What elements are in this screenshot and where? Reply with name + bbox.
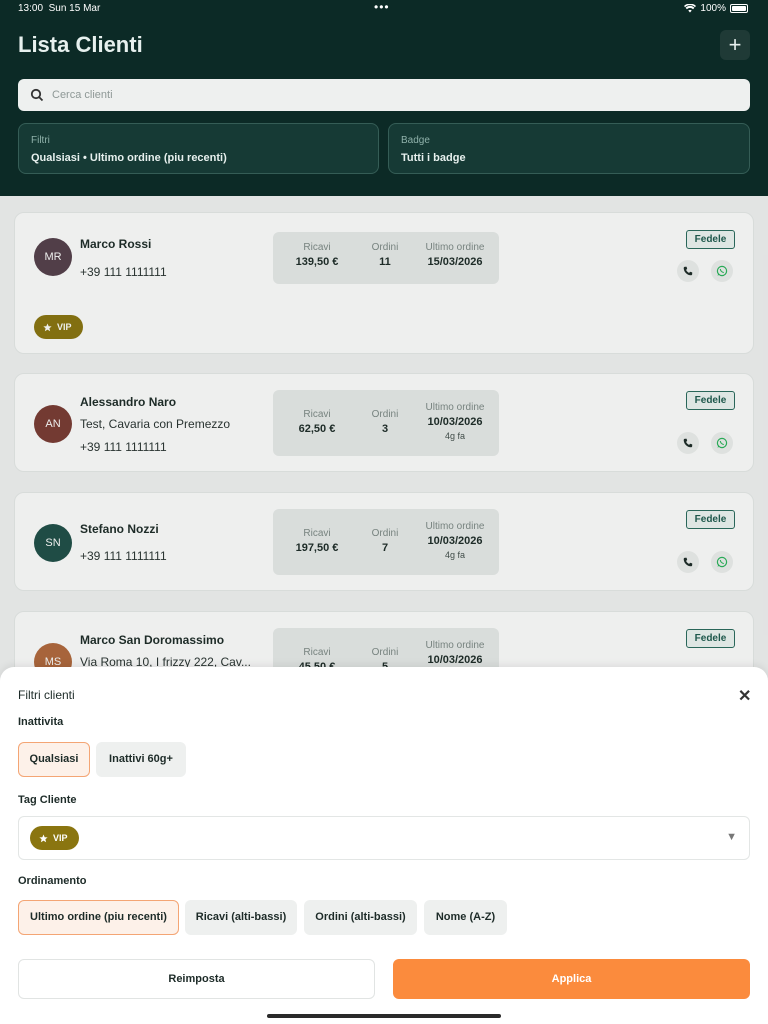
sort-option-revenue[interactable]: Ricavi (alti-bassi) xyxy=(185,900,297,935)
badge-label: Badge xyxy=(401,135,430,146)
dropdown-arrow-icon: ▼ xyxy=(726,831,737,843)
sort-label: Ordinamento xyxy=(18,875,87,887)
filters-selector[interactable]: Filtri Qualsiasi • Ultimo ordine (piu re… xyxy=(18,123,379,174)
reset-button[interactable]: Reimposta xyxy=(18,959,375,999)
star-icon xyxy=(39,833,48,842)
search-input[interactable] xyxy=(52,89,702,101)
sort-option-last-order[interactable]: Ultimo ordine (piu recenti) xyxy=(18,900,179,935)
filters-sheet: Filtri clienti ✕ Inattivita Qualsiasi In… xyxy=(0,667,768,1024)
wifi-icon xyxy=(684,4,697,13)
filters-value: Qualsiasi • Ultimo ordine (piu recenti) xyxy=(31,152,227,164)
search-bar[interactable] xyxy=(18,79,750,111)
home-indicator[interactable] xyxy=(267,1014,501,1018)
inactivity-option-any[interactable]: Qualsiasi xyxy=(18,742,90,777)
filters-label: Filtri xyxy=(31,135,50,146)
tag-label: Tag Cliente xyxy=(18,794,77,806)
add-client-button[interactable]: + xyxy=(720,30,750,60)
battery-icon xyxy=(730,4,748,13)
status-indicators: 100% xyxy=(684,3,748,14)
battery-percent: 100% xyxy=(700,3,726,14)
page-title: Lista Clienti xyxy=(18,32,143,57)
apply-button[interactable]: Applica xyxy=(393,959,750,999)
multitask-dots[interactable]: ••• xyxy=(374,0,390,14)
search-icon xyxy=(30,88,44,102)
sheet-title: Filtri clienti xyxy=(18,688,75,702)
sort-option-name[interactable]: Nome (A-Z) xyxy=(424,900,507,935)
inactivity-option-60d[interactable]: Inattivi 60g+ xyxy=(96,742,186,777)
badge-value: Tutti i badge xyxy=(401,152,466,164)
sort-option-orders[interactable]: Ordini (alti-bassi) xyxy=(304,900,417,935)
badge-selector[interactable]: Badge Tutti i badge xyxy=(388,123,750,174)
app-header: 13:00 Sun 15 Mar ••• 100% Lista Clienti … xyxy=(0,0,768,196)
status-time: 13:00 Sun 15 Mar xyxy=(18,3,101,14)
vip-tag-label: VIP xyxy=(53,833,68,843)
status-bar: 13:00 Sun 15 Mar ••• 100% xyxy=(0,0,768,18)
close-icon[interactable]: ✕ xyxy=(738,686,751,706)
tag-select[interactable]: VIP ▼ xyxy=(18,816,750,860)
vip-tag: VIP xyxy=(30,826,79,850)
inactivity-label: Inattivita xyxy=(18,716,64,728)
